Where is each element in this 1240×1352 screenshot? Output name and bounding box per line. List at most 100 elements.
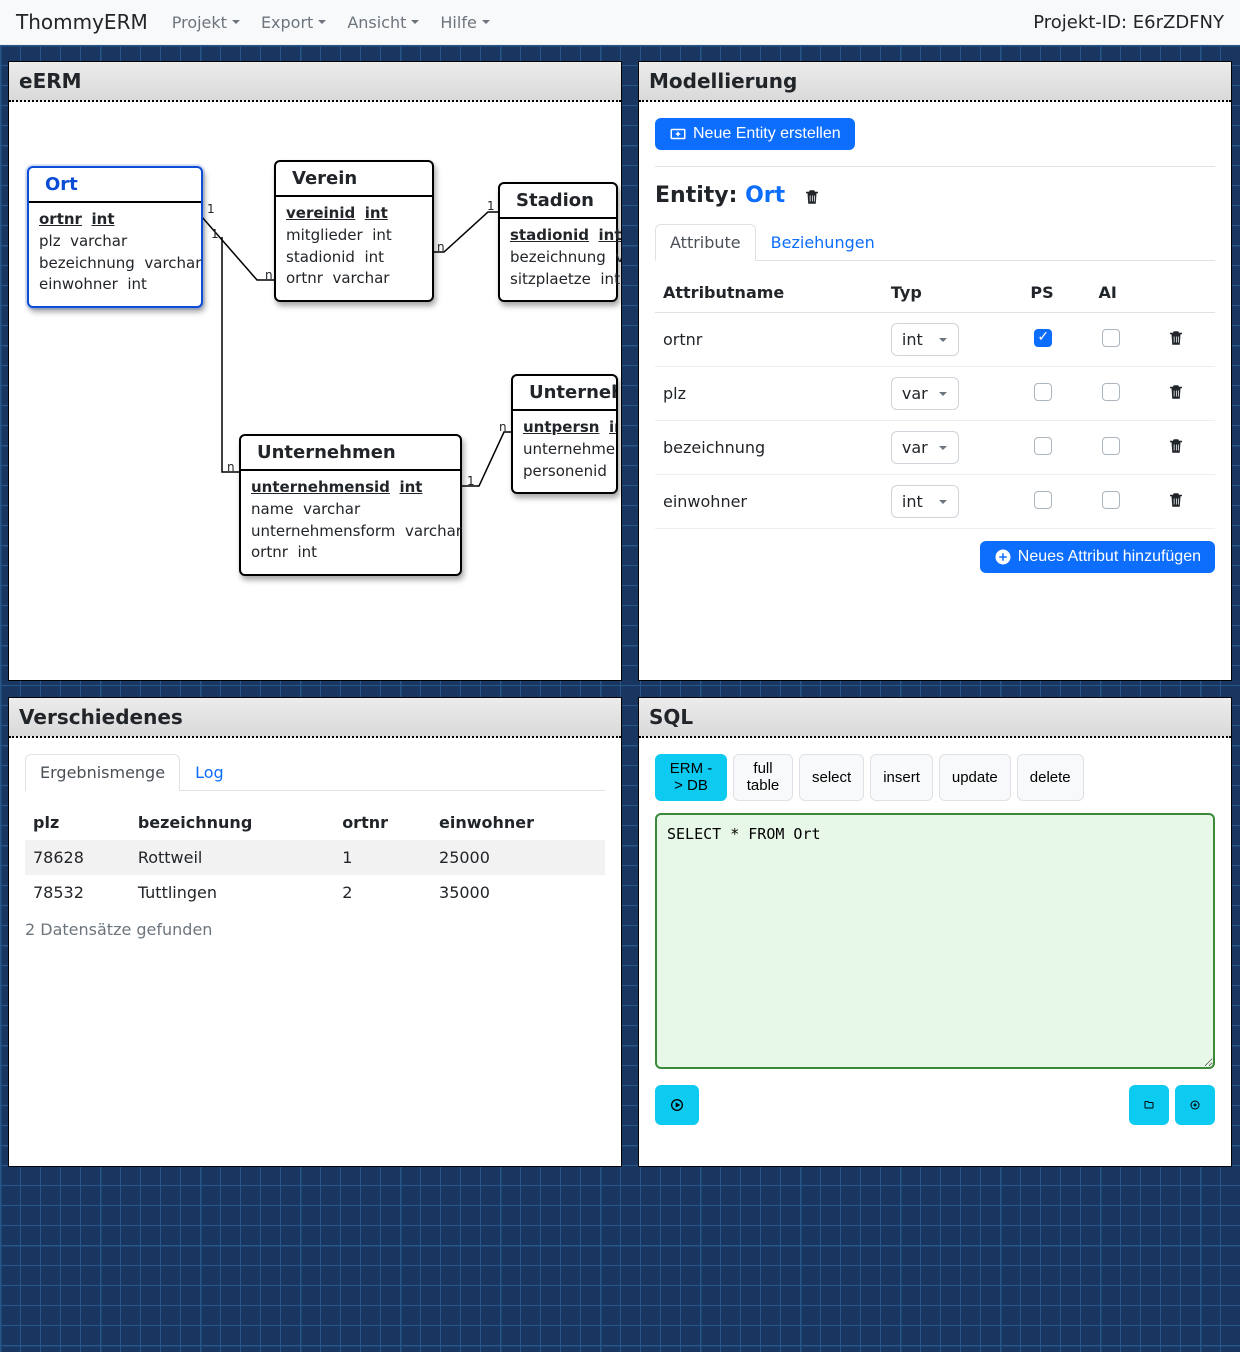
sql-btn-ermdb[interactable]: ERM -> DB [655, 754, 727, 801]
result-col-plz: plz [25, 805, 130, 840]
ai-checkbox[interactable] [1102, 437, 1120, 455]
entity-ort[interactable]: Ort ortnr int plz varchar bezeichnung va… [27, 166, 203, 308]
card-1: 1 [467, 474, 475, 488]
erm-canvas[interactable]: 1 n n 1 1 n 1 n Ort ortnr int plz varcha… [9, 102, 621, 662]
nav-projekt[interactable]: Projekt [164, 5, 249, 40]
nav-hilfe[interactable]: Hilfe [432, 5, 498, 40]
result-col-ortnr: ortnr [334, 805, 431, 840]
attr-name: einwohner [655, 475, 883, 529]
panel-sql-body: ERM -> DB full table select insert updat… [639, 738, 1231, 1166]
delete-attr-button[interactable] [1167, 491, 1185, 509]
nav-export[interactable]: Export [253, 5, 335, 40]
card-n: n [265, 268, 273, 282]
col-ps: PS [1022, 273, 1090, 313]
sql-btn-insert[interactable]: insert [870, 754, 933, 801]
attr-row: bezeichnungvar [655, 421, 1215, 475]
entity-verein-attrs: vereinid int mitglieder int stadionid in… [276, 197, 432, 300]
play-circle-icon [669, 1096, 685, 1114]
card-n: n [227, 460, 235, 474]
panel-modeling-title: Modellierung [639, 62, 1231, 102]
sql-btn-delete[interactable]: delete [1017, 754, 1084, 801]
type-select[interactable]: int [891, 323, 959, 356]
disc-icon [1189, 1096, 1201, 1114]
attr-row: einwohnerint [655, 475, 1215, 529]
sql-run-button[interactable] [655, 1085, 699, 1125]
chevron-down-icon [938, 389, 948, 399]
ps-checkbox[interactable] [1034, 437, 1052, 455]
sql-btn-select[interactable]: select [799, 754, 864, 801]
ai-checkbox[interactable] [1102, 383, 1120, 401]
card-n: n [437, 240, 445, 254]
ps-checkbox[interactable] [1034, 329, 1052, 347]
entity-verein[interactable]: Verein vereinid int mitglieder int stadi… [274, 160, 434, 302]
add-attribute-button[interactable]: Neues Attribut hinzufügen [980, 541, 1215, 573]
ai-checkbox[interactable] [1102, 329, 1120, 347]
tab-beziehungen[interactable]: Beziehungen [756, 224, 890, 261]
panel-sql: SQL ERM -> DB full table select insert u… [638, 697, 1232, 1167]
delete-attr-button[interactable] [1167, 329, 1185, 347]
type-select[interactable]: var [891, 431, 959, 464]
nav-menu: Projekt Export Ansicht Hilfe [164, 5, 499, 40]
panel-misc: Verschiedenes Ergebnismenge Log plz beze… [8, 697, 622, 1167]
sql-save-button[interactable] [1175, 1085, 1215, 1125]
entity-stadion-attrs: stadionid int bezeichnung v sitzplaetze … [500, 219, 616, 300]
entity-unternehmen[interactable]: Unternehmen unternehmensid int name varc… [239, 434, 462, 576]
attribute-table: Attributname Typ PS AI ortnrintplzvarbez… [655, 273, 1215, 529]
delete-attr-button[interactable] [1167, 437, 1185, 455]
erm-canvas-scroll[interactable]: 1 n n 1 1 n 1 n Ort ortnr int plz varcha… [9, 102, 621, 680]
card-1: 1 [211, 227, 219, 241]
delete-entity-button[interactable] [803, 187, 821, 205]
attr-name: bezeichnung [655, 421, 883, 475]
new-entity-button[interactable]: Neue Entity erstellen [655, 118, 855, 150]
chevron-down-icon [938, 335, 948, 345]
tab-log[interactable]: Log [180, 754, 239, 791]
chevron-down-icon [231, 17, 241, 27]
entity-ort-name: Ort [29, 168, 201, 203]
modeling-tabs: Attribute Beziehungen [655, 224, 1215, 261]
panel-misc-title: Verschiedenes [9, 698, 621, 738]
sql-btn-fulltable[interactable]: full table [733, 754, 793, 801]
card-n: n [499, 420, 507, 434]
tab-ergebnismenge[interactable]: Ergebnismenge [25, 754, 180, 791]
ps-checkbox[interactable] [1034, 383, 1052, 401]
tab-attribute[interactable]: Attribute [655, 224, 756, 261]
entity-stadion[interactable]: Stadion stadionid int bezeichnung v sitz… [498, 182, 618, 302]
folder-icon [1143, 1096, 1155, 1114]
sql-quick-buttons: ERM -> DB full table select insert updat… [655, 754, 1215, 801]
chevron-down-icon [317, 17, 327, 27]
sql-btn-update[interactable]: update [939, 754, 1011, 801]
ps-checkbox[interactable] [1034, 491, 1052, 509]
card-plus-icon [669, 125, 687, 143]
result-col-einwohner: einwohner [431, 805, 605, 840]
panel-sql-title: SQL [639, 698, 1231, 738]
col-ai: AI [1090, 273, 1158, 313]
delete-attr-button[interactable] [1167, 383, 1185, 401]
entity-untpers-name: Unterneh [513, 376, 616, 411]
chevron-down-icon [938, 497, 948, 507]
project-id: Projekt-ID: E6rZDFNY [1033, 12, 1224, 33]
result-table: plz bezeichnung ortnr einwohner 78628Rot… [25, 805, 605, 910]
misc-tabs: Ergebnismenge Log [25, 754, 605, 791]
card-1: 1 [487, 199, 495, 213]
entity-untpers-attrs: untpersn in unternehme personenid [513, 411, 616, 492]
panel-modeling: Modellierung Neue Entity erstellen Entit… [638, 61, 1232, 681]
entity-untpers[interactable]: Unterneh untpersn in unternehme personen… [511, 374, 618, 494]
attr-row: plzvar [655, 367, 1215, 421]
chevron-down-icon [410, 17, 420, 27]
sql-editor[interactable] [655, 813, 1215, 1069]
nav-ansicht[interactable]: Ansicht [339, 5, 428, 40]
entity-stadion-name: Stadion [500, 184, 616, 219]
entity-header: Entity: Ort [655, 183, 1215, 208]
result-count: 2 Datensätze gefunden [25, 920, 605, 939]
entity-verein-name: Verein [276, 162, 432, 197]
sql-open-button[interactable] [1129, 1085, 1169, 1125]
ai-checkbox[interactable] [1102, 491, 1120, 509]
panel-erm: eERM 1 n n 1 1 n 1 n Ort [8, 61, 622, 681]
attr-row: ortnrint [655, 313, 1215, 367]
result-row: 78532Tuttlingen235000 [25, 875, 605, 910]
workspace: eERM 1 n n 1 1 n 1 n Ort [0, 45, 1240, 1352]
type-select[interactable]: var [891, 377, 959, 410]
type-select[interactable]: int [891, 485, 959, 518]
trash-icon [803, 188, 821, 206]
entity-ort-attrs: ortnr int plz varchar bezeichnung varcha… [29, 203, 201, 306]
